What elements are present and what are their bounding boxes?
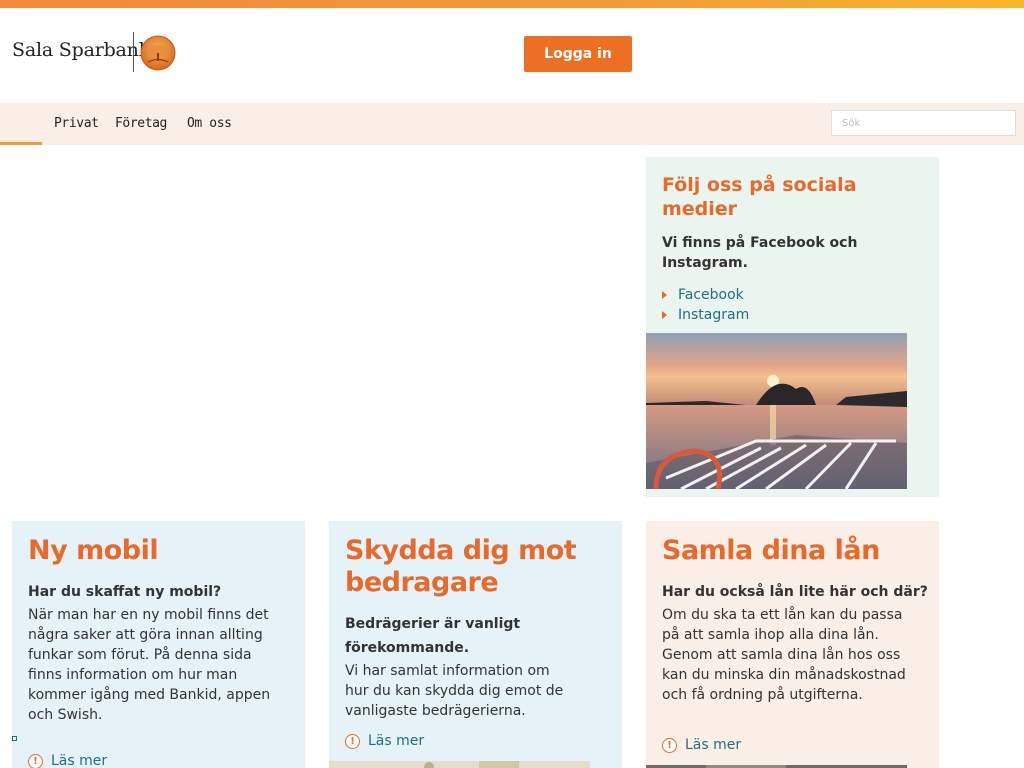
social-title: Följ oss på sociala medier [662, 174, 857, 220]
read-more-link[interactable]: ! Läs mer [345, 733, 424, 749]
top-accent-stripe [0, 0, 1024, 8]
social-lead: Vi finns på Facebook och Instagram. [662, 235, 858, 271]
card-title: Skydda dig mot bedragare [345, 535, 577, 598]
card-body: Vi har samlat information om hur du kan … [345, 663, 564, 719]
triangle-bullet-icon [662, 291, 667, 299]
instagram-link[interactable]: Instagram [678, 307, 749, 323]
nav-item-om-oss[interactable]: Om oss [187, 116, 232, 131]
card-ny-mobil: Ny mobil Har du skaffat ny mobil? När ma… [12, 521, 305, 768]
card-question: Har du skaffat ny mobil? [28, 584, 222, 600]
social-media-panel: Följ oss på sociala medier Vi finns på F… [646, 157, 939, 497]
social-links-list: Facebook Instagram [662, 285, 749, 325]
card-question: Bedrägerier är vanligt förekommande. [345, 616, 521, 656]
read-more-link[interactable]: ! Läs mer [662, 737, 741, 753]
card-skydda-dig: Skydda dig mot bedragare Bedrägerier är … [329, 521, 622, 768]
nav-item-foretag[interactable]: Företag [115, 116, 167, 131]
social-link-item: Instagram [662, 305, 749, 325]
read-more-link[interactable]: ! Läs mer [28, 753, 107, 768]
facebook-link[interactable]: Facebook [678, 287, 744, 303]
read-more-label: Läs mer [685, 737, 742, 753]
search-input[interactable] [831, 110, 1016, 136]
main-nav: Privat Företag Om oss [0, 103, 1024, 145]
skip-marker[interactable] [12, 736, 17, 741]
nav-item-privat[interactable]: Privat [54, 116, 99, 131]
sunset-lake-image [646, 333, 907, 489]
read-more-label: Läs mer [368, 733, 425, 749]
login-button[interactable]: Logga in [524, 36, 632, 72]
fraud-card-image [329, 761, 590, 768]
nav-active-indicator [0, 142, 42, 145]
info-circle-icon: ! [345, 733, 360, 749]
logo-divider [133, 32, 134, 72]
card-body: När man har en ny mobil finns det några … [28, 607, 271, 723]
info-circle-icon: ! [662, 737, 677, 753]
tree-emblem-icon[interactable] [140, 35, 176, 71]
site-header: Sala Sparbank Logga in [0, 8, 1024, 103]
triangle-bullet-icon [662, 311, 667, 319]
card-title: Ny mobil [28, 535, 159, 566]
social-link-item: Facebook [662, 285, 749, 305]
read-more-label: Läs mer [51, 753, 108, 768]
brand-name[interactable]: Sala Sparbank [12, 39, 150, 61]
info-circle-icon: ! [28, 753, 43, 768]
card-question: Har du också lån lite här och där? [662, 584, 928, 600]
card-body: Om du ska ta ett lån kan du passa på att… [662, 607, 906, 703]
card-samla-lan: Samla dina lån Har du också lån lite här… [646, 521, 939, 768]
card-title: Samla dina lån [662, 535, 880, 566]
